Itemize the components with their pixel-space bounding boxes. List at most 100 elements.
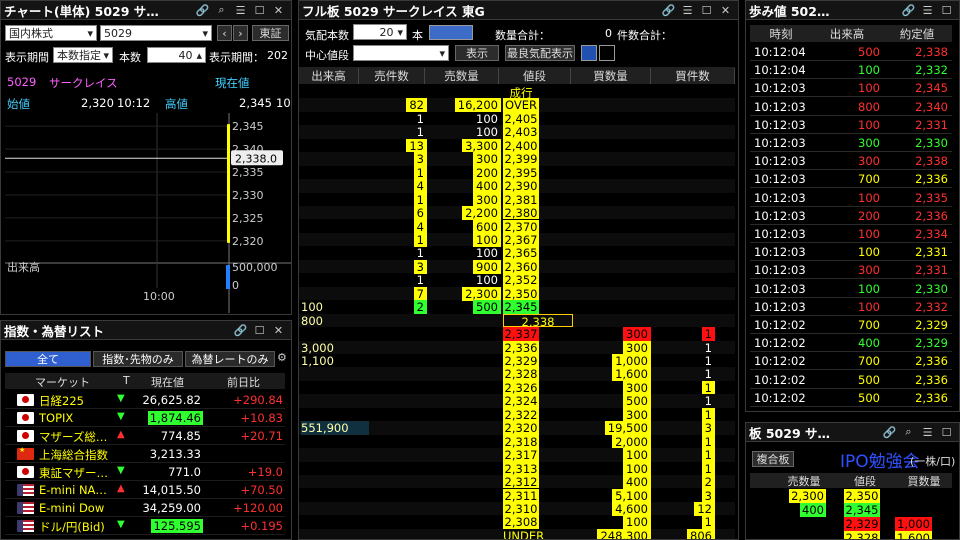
price-cell[interactable]: 2,317 (503, 448, 539, 462)
close-icon[interactable]: ✕ (269, 321, 288, 340)
board-row[interactable]: 成行 (299, 85, 735, 100)
index-row[interactable]: マザーズ総… ▲ 774.85 +20.71 (5, 427, 285, 445)
maximize-icon[interactable]: ☐ (937, 423, 956, 442)
show-button[interactable]: 表示 (455, 45, 499, 61)
price-cell[interactable]: 2,313 (503, 461, 539, 476)
price-cell[interactable]: 2,336 (503, 340, 539, 355)
mini-row[interactable]: 400 2,345 (750, 503, 952, 517)
index-row[interactable]: 東証マザー… ▼ 771.0 +19.0 (5, 463, 285, 481)
menu-icon[interactable]: ☰ (678, 1, 697, 20)
layout-icon[interactable] (429, 25, 473, 40)
price-cell[interactable]: 2,381 (503, 192, 539, 207)
board-row[interactable]: 1 100 2,367 (299, 232, 735, 247)
board-row[interactable]: 3,000 2,336 300 1 (299, 340, 735, 355)
price-cell[interactable]: 2,365 (503, 246, 539, 260)
board-row[interactable]: 82 16,200 OVER (299, 98, 735, 113)
board-row[interactable]: 2,326 300 1 (299, 380, 735, 395)
menu-icon[interactable]: ☰ (231, 1, 250, 20)
search-icon[interactable]: ⌕ (899, 423, 918, 442)
price-cell[interactable]: 2,403 (503, 125, 539, 139)
maximize-icon[interactable]: ☐ (697, 1, 716, 20)
link-icon[interactable]: 🔗 (899, 1, 918, 20)
board-row[interactable]: 2,313 100 1 (299, 461, 735, 476)
menu-icon[interactable]: ☰ (918, 1, 937, 20)
board-row[interactable]: 2,312 400 2 (299, 475, 735, 490)
index-row[interactable]: ★ 上海総合指数 3,213.33 (5, 445, 285, 463)
price-cell[interactable]: 2,320 (503, 421, 539, 435)
link-icon[interactable]: 🔗 (231, 321, 250, 340)
tab-2[interactable]: 為替レートのみ (185, 351, 275, 367)
best-quote-button[interactable]: 最良気配表示 (505, 45, 575, 61)
price-cell[interactable]: UNDER (503, 529, 544, 539)
price-cell[interactable]: 2,308 (503, 515, 539, 529)
price-cell[interactable]: 2,338 (503, 313, 573, 329)
price-cell[interactable]: 2,310 (503, 501, 539, 516)
board-row[interactable]: UNDER 248,300 806 (299, 528, 735, 539)
price-cell[interactable]: 2,400 (503, 138, 539, 153)
center-price-input[interactable]: ▾ (353, 45, 449, 61)
board-row[interactable]: 551,900 2,320 19,500 3 (299, 421, 735, 436)
count-input[interactable]: 40 ▴ (147, 47, 206, 63)
price-cell[interactable]: 2,326 (503, 380, 539, 395)
board-row[interactable]: 2,328 1,600 1 (299, 367, 735, 382)
board-row[interactable]: 4 400 2,390 (299, 179, 735, 194)
price-cell[interactable]: 2,324 (503, 394, 539, 408)
price-cell[interactable]: 2,350 (503, 286, 539, 301)
price-cell[interactable]: 2,360 (503, 259, 539, 274)
price-cell[interactable]: 2,337 (503, 327, 539, 341)
price-cell[interactable]: 2,318 (503, 434, 539, 449)
menu-icon[interactable]: ☰ (918, 423, 937, 442)
price-cell[interactable]: OVER (503, 98, 539, 112)
price-chart[interactable]: 2,3452,3402,3352,3302,3252,3202,338.0出来高… (1, 113, 291, 313)
price-cell[interactable]: 成行 (503, 85, 539, 100)
period-select[interactable]: 本数指定 ▾ (53, 47, 113, 63)
price-cell[interactable]: 2,399 (503, 152, 539, 166)
board-row[interactable]: 2,322 300 1 (299, 407, 735, 422)
board-row[interactable]: 13 3,300 2,400 (299, 138, 735, 153)
next-button[interactable]: › (233, 25, 248, 41)
link-icon[interactable]: 🔗 (659, 1, 678, 20)
maximize-icon[interactable]: ☐ (937, 1, 956, 20)
index-row[interactable]: E-mini Dow 34,259.00 +120.00 (5, 499, 285, 517)
board-row[interactable]: 2,311 5,100 3 (299, 488, 735, 503)
board-row[interactable]: 2,324 500 1 (299, 394, 735, 409)
board-row[interactable]: 1 100 2,352 (299, 273, 735, 287)
composite-board-button[interactable]: 複合板 (752, 451, 794, 467)
price-cell[interactable]: 2,329 (503, 354, 539, 368)
board-row[interactable]: 3 300 2,399 (299, 152, 735, 167)
maximize-icon[interactable]: ☐ (250, 1, 269, 20)
exchange-button[interactable]: 東証 (252, 25, 289, 41)
board-row[interactable]: 1 200 2,395 (299, 165, 735, 180)
board-row[interactable]: 2,310 4,600 12 (299, 501, 735, 516)
tab-1[interactable]: 指数･先物のみ (93, 351, 183, 367)
search-icon[interactable]: ⌕ (212, 1, 231, 20)
board-row[interactable]: 2,308 100 1 (299, 515, 735, 530)
board-row[interactable]: 6 2,200 2,380 (299, 206, 735, 221)
price-cell[interactable]: 2,380 (503, 206, 539, 220)
price-cell[interactable]: 2,390 (503, 179, 539, 193)
index-row[interactable]: 日経225 ▼ 26,625.82 +290.84 (5, 391, 285, 409)
board-row[interactable]: 1 100 2,365 (299, 246, 735, 260)
board-row[interactable]: 1 300 2,381 (299, 192, 735, 207)
board-row[interactable]: 2,318 2,000 1 (299, 434, 735, 449)
market-select[interactable]: 国内株式 ▾ (5, 25, 97, 41)
code-input[interactable]: 5029 ▾ (100, 25, 212, 41)
gear-icon[interactable]: ⚙ (277, 351, 289, 367)
price-cell[interactable]: 2,312 (503, 475, 539, 489)
mini-row[interactable]: 2,300 2,350 (750, 489, 952, 503)
board-row[interactable]: 4 600 2,370 (299, 219, 735, 234)
board-row[interactable]: 7 2,300 2,350 (299, 286, 735, 301)
index-row[interactable]: TOPIX ▼ 1,874.46 +10.83 (5, 409, 285, 427)
board-row[interactable]: 100 2 500 2,345 (299, 300, 735, 315)
price-cell[interactable]: 2,367 (503, 232, 539, 247)
price-cell[interactable]: 2,345 (503, 300, 539, 314)
mini-row[interactable]: 2,328 1,600 (750, 531, 952, 539)
tab-0[interactable]: 全て (5, 351, 91, 367)
price-cell[interactable]: 2,328 (503, 367, 539, 381)
split-view-icon[interactable] (599, 45, 615, 61)
link-icon[interactable]: 🔗 (193, 1, 212, 20)
price-cell[interactable]: 2,405 (503, 111, 539, 126)
board-row[interactable]: 800 2,338 (299, 313, 735, 329)
link-icon[interactable]: 🔗 (880, 423, 899, 442)
board-row[interactable]: 1,100 2,329 1,000 1 (299, 354, 735, 368)
